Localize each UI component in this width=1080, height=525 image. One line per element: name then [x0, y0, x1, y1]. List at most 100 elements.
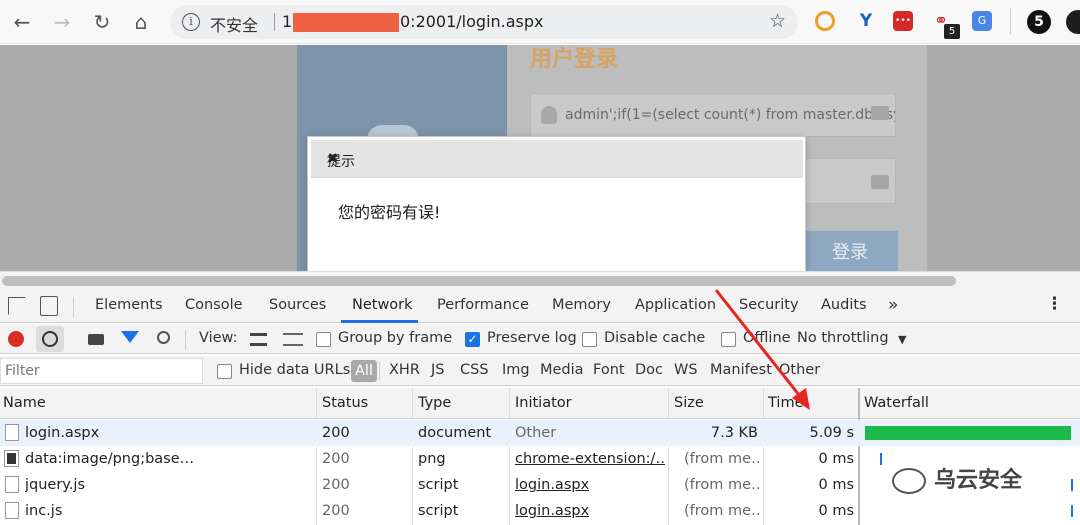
filter-js[interactable]: JS	[431, 362, 444, 378]
row-initiator[interactable]: login.aspx	[515, 477, 589, 493]
tab-network[interactable]: Network	[352, 297, 413, 313]
close-icon[interactable]: ✖	[327, 151, 793, 167]
extension-wechat-icon[interactable]	[1066, 10, 1080, 34]
waterfall-tick	[1071, 505, 1073, 517]
disable-cache-label: Disable cache	[604, 330, 706, 346]
filter-all[interactable]: All	[351, 360, 377, 382]
search-icon[interactable]	[157, 331, 170, 344]
filter-bar: Hide data URLs All XHR JS CSS Img Media …	[0, 356, 1080, 386]
row-size: (from me…	[684, 477, 760, 493]
horizontal-scrollbar[interactable]	[0, 271, 1080, 291]
tab-divider	[73, 297, 74, 317]
disable-cache-checkbox[interactable]	[582, 332, 597, 347]
row-initiator[interactable]: chrome-extension:/…	[515, 451, 665, 467]
col-size[interactable]: Size	[674, 395, 704, 411]
devtools-menu-icon[interactable]: ⋮	[1046, 294, 1063, 314]
row-time: 5.09 s	[809, 425, 854, 441]
translate-icon[interactable]: G	[972, 11, 992, 31]
tab-elements[interactable]: Elements	[95, 297, 163, 313]
filter-ws[interactable]: WS	[674, 362, 698, 378]
table-row[interactable]: inc.js 200 script login.aspx (from me… 0…	[0, 498, 1080, 524]
keyboard-icon[interactable]	[871, 175, 889, 189]
more-tabs-icon[interactable]: »	[888, 295, 898, 315]
device-toolbar-icon[interactable]	[40, 296, 58, 316]
tab-performance[interactable]: Performance	[437, 297, 529, 313]
group-by-frame-checkbox[interactable]	[316, 332, 331, 347]
url-prefix: 1	[282, 12, 293, 31]
col-type[interactable]: Type	[418, 395, 451, 411]
hide-data-urls-checkbox[interactable]	[217, 364, 232, 379]
tab-audits[interactable]: Audits	[821, 297, 867, 313]
large-rows-icon[interactable]	[250, 333, 267, 346]
filter-media[interactable]: Media	[540, 362, 584, 378]
profile-avatar[interactable]: 5	[1027, 10, 1051, 34]
address-bar[interactable]: i 不安全 1 0:2001/login.aspx ☆	[170, 5, 798, 39]
filter-manifest[interactable]: Manifest	[710, 362, 772, 378]
col-waterfall[interactable]: Waterfall	[864, 395, 929, 411]
toolbar-divider	[1010, 8, 1011, 34]
network-toolbar: View: Group by frame ✓ Preserve log Disa…	[0, 324, 1080, 354]
col-name[interactable]: Name	[3, 395, 46, 411]
waterfall-tick	[880, 453, 882, 465]
clear-icon	[42, 331, 58, 347]
extension-badge: 5	[944, 24, 960, 39]
scrollbar-thumb[interactable]	[2, 276, 956, 286]
extension-y-icon[interactable]: Y	[856, 11, 876, 31]
col-initiator[interactable]: Initiator	[515, 395, 572, 411]
record-icon[interactable]	[8, 331, 24, 347]
table-header: Name Status Type Initiator Size Time Wat…	[0, 388, 1080, 419]
tab-application[interactable]: Application	[635, 297, 716, 313]
extension-orange-ring-icon[interactable]	[815, 11, 835, 31]
filter-xhr[interactable]: XHR	[389, 362, 420, 378]
preserve-log-checkbox[interactable]: ✓	[465, 332, 480, 347]
filter-other[interactable]: Other	[779, 362, 820, 378]
chevron-down-icon[interactable]: ▼	[898, 333, 906, 346]
tab-memory[interactable]: Memory	[552, 297, 611, 313]
username-value: admin';if(1=(select count(*) from master…	[565, 107, 895, 123]
col-status[interactable]: Status	[322, 395, 368, 411]
filter-css[interactable]: CSS	[460, 362, 489, 378]
bookmark-star-icon[interactable]: ☆	[769, 10, 786, 32]
col-time[interactable]: Time	[768, 395, 804, 411]
row-name: inc.js	[25, 503, 63, 519]
keyboard-icon[interactable]	[871, 106, 889, 120]
capture-screenshots-icon[interactable]	[88, 334, 104, 345]
reload-icon[interactable]: ↻	[90, 10, 114, 34]
tab-sources[interactable]: Sources	[269, 297, 326, 313]
row-initiator: Other	[515, 425, 557, 441]
row-type: document	[418, 425, 492, 441]
row-type: png	[418, 451, 446, 467]
row-size: (from me…	[684, 503, 760, 519]
waterfall-tick	[1071, 479, 1073, 491]
filter-img[interactable]: Img	[502, 362, 530, 378]
throttling-select[interactable]: No throttling	[797, 330, 889, 346]
image-icon	[4, 450, 19, 467]
extension-red-icon[interactable]: •••	[893, 11, 913, 31]
watermark-text: 乌云安全	[934, 468, 1023, 493]
login-button[interactable]: 登录	[802, 231, 898, 271]
row-type: script	[418, 503, 459, 519]
inspect-element-icon[interactable]	[8, 297, 26, 315]
security-label: 不安全	[210, 16, 259, 35]
back-icon[interactable]: ←	[10, 10, 34, 34]
preserve-log-label: Preserve log	[487, 330, 577, 346]
filter-input[interactable]	[1, 359, 191, 383]
row-name: jquery.js	[25, 477, 86, 493]
username-field[interactable]: admin';if(1=(select count(*) from master…	[530, 93, 896, 137]
row-initiator[interactable]: login.aspx	[515, 503, 589, 519]
forward-icon[interactable]: →	[50, 10, 74, 34]
table-row[interactable]: login.aspx 200 document Other 7.3 KB 5.0…	[0, 420, 1080, 446]
row-type: script	[418, 477, 459, 493]
overview-icon[interactable]	[283, 333, 303, 346]
filter-icon[interactable]	[121, 331, 139, 343]
offline-checkbox[interactable]	[721, 332, 736, 347]
filter-font[interactable]: Font	[593, 362, 625, 378]
filter-doc[interactable]: Doc	[635, 362, 663, 378]
clear-button[interactable]	[36, 326, 64, 352]
row-status: 200	[322, 425, 350, 441]
tab-security[interactable]: Security	[739, 297, 799, 313]
home-icon[interactable]: ⌂	[129, 10, 153, 34]
filter-input-box[interactable]	[0, 358, 203, 384]
tab-console[interactable]: Console	[185, 297, 243, 313]
info-icon[interactable]: i	[182, 13, 200, 31]
